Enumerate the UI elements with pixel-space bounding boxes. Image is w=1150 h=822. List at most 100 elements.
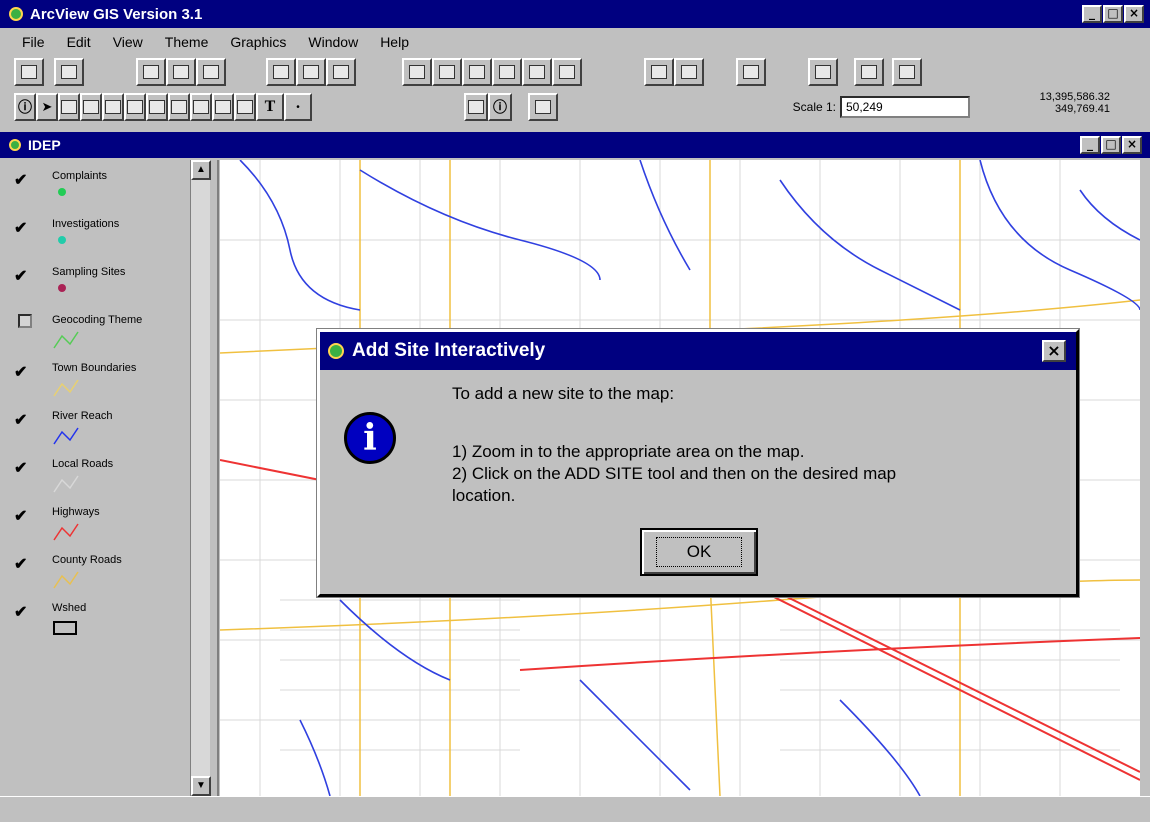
add-site-dialog: Add Site Interactively × i To add a new … [317,329,1079,597]
save-project-button[interactable] [14,58,44,86]
toc-item-label: Highways [52,506,100,518]
query-builder-button[interactable] [326,58,356,86]
line-symbol-icon [53,475,79,493]
add-theme-button[interactable] [54,58,84,86]
find-button[interactable] [266,58,296,86]
toc-item-town-boundaries[interactable]: ✔ Town Boundaries [14,356,204,404]
menu-theme[interactable]: Theme [165,34,209,50]
add-site-tool[interactable] [464,93,488,121]
dialog-globe-icon [328,343,344,359]
menu-file[interactable]: File [22,34,45,50]
visibility-check-icon[interactable]: ✔ [14,362,27,382]
zoom-out-tool[interactable] [124,93,146,121]
line-symbol-icon [53,427,79,445]
ok-button[interactable]: OK [640,528,758,576]
pointer-icon: ➤ [41,99,53,114]
scroll-up-arrow-icon[interactable]: ▲ [191,160,211,180]
visibility-check-icon[interactable]: ✔ [14,266,27,286]
scroll-down-arrow-icon[interactable]: ▼ [191,776,211,796]
visibility-check-icon[interactable]: ✔ [14,506,27,526]
zoom-active-button[interactable] [432,58,462,86]
toc-item-river-reach[interactable]: ✔ River Reach [14,404,204,452]
label-icon [237,100,253,114]
minimize-button[interactable]: _ [1082,5,1102,23]
edit-legend-button[interactable] [166,58,196,86]
site-info-tool[interactable]: ⓘ [488,93,512,121]
draw-point-tool[interactable]: • [284,93,312,121]
toc-item-complaints[interactable]: ✔ Complaints [14,164,204,212]
scale-input[interactable]: 50,249 [840,96,970,118]
coord-x: 13,395,586.32 [1039,91,1110,103]
hand-icon [149,100,165,114]
toc-item-sampling-sites[interactable]: ✔ Sampling Sites [14,260,204,308]
menu-window[interactable]: Window [308,34,358,50]
visibility-check-icon[interactable]: ✔ [14,458,27,478]
maximize-button[interactable]: □ [1103,5,1123,23]
identify-tool[interactable]: ⓘ [14,93,36,121]
custom-button-2[interactable] [854,58,884,86]
dialog-close-button[interactable]: × [1042,340,1066,362]
custom-button-1[interactable] [808,58,838,86]
custom-tool[interactable] [528,93,558,121]
toc-item-label: Local Roads [52,458,114,470]
pointer-tool[interactable]: ➤ [36,93,58,121]
toc-item-investigations[interactable]: ✔ Investigations [14,212,204,260]
zoom-previous-button[interactable] [552,58,582,86]
text-icon: T [264,98,276,115]
hotlink-tool[interactable] [190,93,212,121]
toc-item-geocoding-theme[interactable]: Geocoding Theme [14,308,204,356]
view-maximize-button[interactable]: □ [1101,136,1121,154]
vertex-edit-tool[interactable] [58,93,80,121]
zoom-out-fixed-button[interactable] [522,58,552,86]
zoom-full-icon [409,65,425,79]
lightning-icon [193,100,209,114]
menu-bar: File Edit View Theme Graphics Window Hel… [0,31,1150,53]
info-icon: i [344,412,396,464]
theme-properties-button[interactable] [136,58,166,86]
toc-item-highways[interactable]: ✔ Highways [14,500,204,548]
dialog-step2-text: 2) Click on the ADD SITE tool and then o… [452,464,897,483]
pan-tool[interactable] [146,93,168,121]
menu-view[interactable]: View [113,34,143,50]
open-table-button[interactable] [196,58,226,86]
visibility-check-icon[interactable]: ✔ [14,602,27,622]
select-icon [651,65,667,79]
locate-button[interactable] [296,58,326,86]
measure-tool[interactable] [168,93,190,121]
toc-item-county-roads[interactable]: ✔ County Roads [14,548,204,596]
toc-scrollbar[interactable]: ▲ ▼ [190,160,211,796]
zoom-in-tool[interactable] [102,93,124,121]
menu-help[interactable]: Help [380,34,409,50]
toc-item-wshed[interactable]: ✔ Wshed [14,596,204,644]
visibility-checkbox[interactable] [18,314,32,328]
area-of-interest-tool[interactable] [212,93,234,121]
clear-selection-button[interactable] [674,58,704,86]
custom-button-3[interactable] [892,58,922,86]
visibility-check-icon[interactable]: ✔ [14,170,27,190]
view-close-button[interactable]: × [1122,136,1142,154]
visibility-check-icon[interactable]: ✔ [14,410,27,430]
coordinate-readout: 13,395,586.32 349,769.41 [1040,91,1110,115]
table-of-contents: ✔ Complaints ✔ Investigations ✔ Sampling Site… [14,160,219,796]
zoom-in-fixed-icon [499,65,515,79]
help-button[interactable] [736,58,766,86]
visibility-check-icon[interactable]: ✔ [14,554,27,574]
select-features-button[interactable] [644,58,674,86]
zoom-selected-button[interactable] [462,58,492,86]
scale-label: Scale 1: [792,100,836,114]
text-tool[interactable]: T [256,93,284,121]
zoom-full-button[interactable] [402,58,432,86]
select-feature-tool[interactable] [80,93,102,121]
status-bar [0,796,1150,822]
view-minimize-button[interactable]: _ [1080,136,1100,154]
visibility-check-icon[interactable]: ✔ [14,218,27,238]
toc-item-local-roads[interactable]: ✔ Local Roads [14,452,204,500]
label-tool[interactable] [234,93,256,121]
menu-graphics[interactable]: Graphics [230,34,286,50]
point-symbol-icon [58,188,66,196]
close-button[interactable]: × [1124,5,1144,23]
point-symbol-icon [58,236,66,244]
disk-icon [21,65,37,79]
menu-edit[interactable]: Edit [67,34,91,50]
zoom-in-fixed-button[interactable] [492,58,522,86]
